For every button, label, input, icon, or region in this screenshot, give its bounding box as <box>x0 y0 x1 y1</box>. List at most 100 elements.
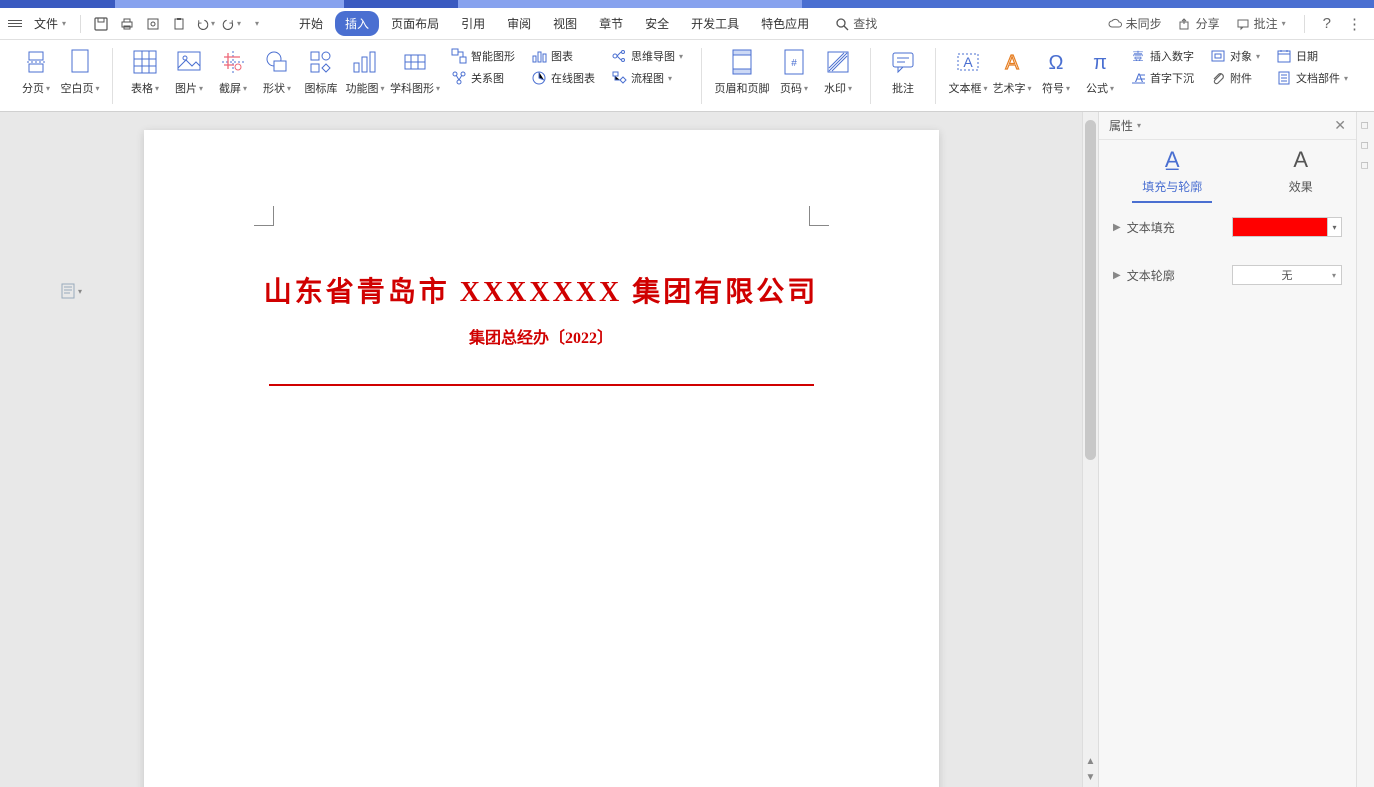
print-icon[interactable] <box>117 14 137 34</box>
share-icon <box>1178 17 1192 31</box>
fill-color-dropdown[interactable]: ▾ <box>1328 217 1342 237</box>
annotate-label: 批注 <box>1254 15 1278 32</box>
picture-icon <box>175 48 203 76</box>
docparts-button[interactable]: 文档部件▾ <box>1272 68 1352 88</box>
print-preview-icon[interactable] <box>143 14 163 34</box>
tab-security[interactable]: 安全 <box>635 11 679 36</box>
undo-icon[interactable]: ▾ <box>195 14 215 34</box>
paragraph-tool-icon[interactable]: ▾ <box>60 282 82 300</box>
table-icon <box>131 48 159 76</box>
attachment-icon <box>1210 70 1226 86</box>
fill-color-swatch[interactable] <box>1232 217 1328 237</box>
object-button[interactable]: 对象▾ <box>1206 46 1264 66</box>
outline-select[interactable]: 无 <box>1232 265 1342 285</box>
annotate-button[interactable]: 批注▾ <box>1232 15 1290 32</box>
textbox-button[interactable]: A 文本框▾ <box>946 44 990 100</box>
equation-button[interactable]: π 公式▾ <box>1078 44 1122 100</box>
mindmap-button[interactable]: 思维导图▾ <box>607 46 687 66</box>
tab-dev[interactable]: 开发工具 <box>681 11 749 36</box>
chart-icon <box>531 48 547 64</box>
page-break-button[interactable]: 分页▾ <box>14 44 58 100</box>
chart-button[interactable]: 图表 <box>527 46 599 66</box>
rail-item[interactable]: ◻ <box>1361 120 1371 130</box>
subjectfig-button[interactable]: 学科图形▾ <box>387 44 443 100</box>
tab-references[interactable]: 引用 <box>451 11 495 36</box>
rail-item[interactable]: ◻ <box>1361 140 1371 150</box>
scroll-down-icon[interactable]: ▼ <box>1083 772 1098 783</box>
share-label: 分享 <box>1196 15 1220 32</box>
wordart-button[interactable]: A 艺术字▾ <box>990 44 1034 100</box>
paste-icon[interactable] <box>169 14 189 34</box>
scroll-up-icon[interactable]: ▲ <box>1083 756 1098 767</box>
save-icon[interactable] <box>91 14 111 34</box>
date-icon <box>1276 48 1292 64</box>
iconlib-icon <box>307 48 335 76</box>
watermark-button[interactable]: 水印▾ <box>816 44 860 100</box>
tab-start[interactable]: 开始 <box>289 11 333 36</box>
file-label: 文件 <box>34 15 58 32</box>
tab-layout[interactable]: 页面布局 <box>381 11 449 36</box>
picture-button[interactable]: 图片▾ <box>167 44 211 100</box>
file-menu[interactable]: 文件▾ <box>28 15 72 32</box>
ribbon-tabs: 开始 插入 页面布局 引用 审阅 视图 章节 安全 开发工具 特色应用 查找 <box>289 11 877 36</box>
table-button[interactable]: 表格▾ <box>123 44 167 100</box>
sync-label: 未同步 <box>1126 15 1162 32</box>
smartart-icon <box>451 48 467 64</box>
scrollbar-thumb[interactable] <box>1085 120 1096 460</box>
panel-tab-effect[interactable]: A 效果 <box>1279 148 1323 203</box>
title-bar <box>0 0 1374 8</box>
screenshot-button[interactable]: 截屏▾ <box>211 44 255 100</box>
comment-button[interactable]: 批注 <box>881 44 925 100</box>
text-fill-label: 文本填充 <box>1127 219 1232 236</box>
text-fill-row[interactable]: ▶ 文本填充 ▾ <box>1113 217 1342 237</box>
tab-sections[interactable]: 章节 <box>589 11 633 36</box>
redo-icon[interactable]: ▾ <box>221 14 241 34</box>
document-area[interactable]: ▾ 山东省青岛市 XXXXXXX 集团有限公司 集团总经办〔2022〕 <box>0 112 1082 787</box>
tab-special[interactable]: 特色应用 <box>751 11 819 36</box>
shapes-icon <box>263 48 291 76</box>
dropcap-button[interactable]: A首字下沉 <box>1126 68 1198 88</box>
menu-icon[interactable] <box>8 20 22 27</box>
panel-close-icon[interactable]: ✕ <box>1334 117 1346 134</box>
document-title[interactable]: 山东省青岛市 XXXXXXX 集团有限公司 <box>214 270 869 310</box>
text-outline-row[interactable]: ▶ 文本轮廓 无 <box>1113 265 1342 285</box>
fill-tab-label: 填充与轮廓 <box>1142 178 1202 195</box>
insertnum-button[interactable]: 壹插入数字 <box>1126 46 1198 66</box>
shapes-button[interactable]: 形状▾ <box>255 44 299 100</box>
page-break-icon <box>22 48 50 76</box>
vertical-scrollbar[interactable]: ▲ ▼ <box>1082 112 1098 787</box>
smartart-button[interactable]: 智能图形 <box>447 46 519 66</box>
textbox-icon: A <box>954 48 982 76</box>
attachment-button[interactable]: 附件 <box>1206 68 1264 88</box>
symbol-button[interactable]: Ω 符号▾ <box>1034 44 1078 100</box>
more-button[interactable]: ⋮ <box>1343 15 1366 33</box>
tab-view[interactable]: 视图 <box>543 11 587 36</box>
svg-text:#: # <box>791 58 797 69</box>
fill-tab-icon: A̲ <box>1162 148 1182 172</box>
functionfig-button[interactable]: 功能图▾ <box>343 44 387 100</box>
tab-insert[interactable]: 插入 <box>335 11 379 36</box>
pagenum-button[interactable]: # 页码▾ <box>772 44 816 100</box>
flowchart-button[interactable]: 流程图▾ <box>607 68 687 88</box>
panel-tab-fill[interactable]: A̲ 填充与轮廓 <box>1132 148 1212 203</box>
document-subtitle[interactable]: 集团总经办〔2022〕 <box>214 324 869 348</box>
relation-button[interactable]: 关系图 <box>447 68 519 88</box>
document-page[interactable]: 山东省青岛市 XXXXXXX 集团有限公司 集团总经办〔2022〕 <box>144 130 939 787</box>
help-button[interactable]: ? <box>1319 15 1335 32</box>
onlinechart-button[interactable]: 在线图表 <box>527 68 599 88</box>
blank-page-button[interactable]: 空白页▾ <box>58 44 102 100</box>
tab-review[interactable]: 审阅 <box>497 11 541 36</box>
expand-icon[interactable]: ▶ <box>1113 222 1121 233</box>
headerfooter-button[interactable]: 页眉和页脚 <box>712 44 772 100</box>
share-button[interactable]: 分享 <box>1174 15 1224 32</box>
search-button[interactable]: 查找 <box>835 15 877 32</box>
iconlib-button[interactable]: 图标库 <box>299 44 343 100</box>
expand-icon[interactable]: ▶ <box>1113 270 1121 281</box>
svg-text:A: A <box>963 54 973 70</box>
watermark-icon <box>824 48 852 76</box>
customize-qat-icon[interactable]: ▾ <box>247 14 267 34</box>
date-button[interactable]: 日期 <box>1272 46 1352 66</box>
sync-status[interactable]: 未同步 <box>1104 15 1166 32</box>
rail-item[interactable]: ◻ <box>1361 160 1371 170</box>
margin-corner-tr <box>809 206 829 226</box>
